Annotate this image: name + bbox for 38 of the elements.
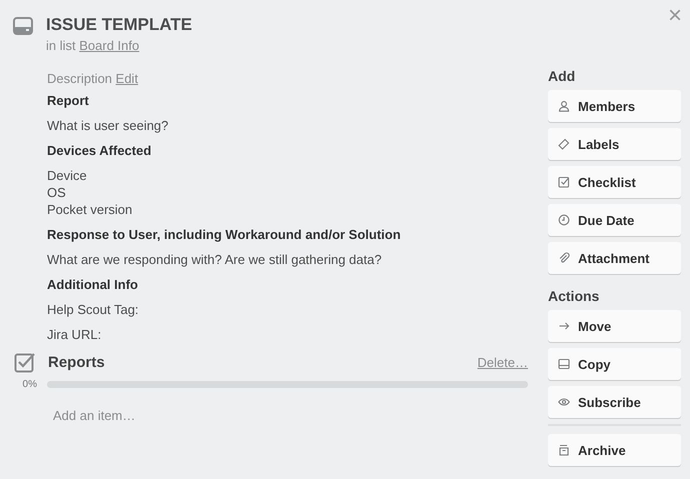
archive-icon	[558, 444, 570, 456]
description-text: Device	[47, 167, 88, 184]
sidebar-button[interactable]: Due Date	[548, 204, 681, 236]
description-heading: Report	[47, 92, 90, 109]
description-text: Help Scout Tag:	[47, 301, 140, 318]
description-heading: Devices Affected	[47, 142, 152, 159]
clock-icon	[558, 214, 570, 226]
tag-icon	[558, 138, 570, 150]
checklist-icon	[14, 351, 36, 373]
add-heading: Add	[548, 68, 576, 84]
description-heading: Additional Info	[47, 276, 139, 293]
sidebar-button[interactable]: Archive	[548, 434, 681, 466]
eye-icon	[558, 396, 570, 408]
person-icon	[558, 100, 570, 112]
sidebar-button[interactable]: Labels	[548, 128, 681, 160]
arrow-icon	[558, 320, 570, 332]
description-text: Jira URL:	[47, 326, 102, 343]
card-icon	[13, 17, 33, 35]
description-heading: Response to User, including Workaround and/or Solution	[47, 226, 402, 243]
card-icon	[558, 358, 570, 370]
list-label: in list	[46, 38, 76, 53]
sidebar-button[interactable]: Copy	[548, 348, 681, 380]
description-text: What is user seeing?	[47, 117, 170, 134]
card-title: ISSUE TEMPLATE	[46, 14, 192, 36]
sidebar-button[interactable]: Move	[548, 310, 681, 342]
description-text: Pocket version	[47, 201, 134, 218]
sidebar-button[interactable]: Members	[548, 90, 681, 122]
actions-heading: Actions	[548, 288, 600, 304]
description-text: What are we responding with? Are we still gathering data?	[47, 251, 383, 268]
checkbox-icon	[558, 176, 570, 188]
paperclip-icon	[558, 252, 570, 264]
sidebar-button[interactable]: Subscribe	[548, 386, 681, 418]
description-label: Description	[47, 71, 112, 86]
progress-percent: 0%	[22, 379, 37, 390]
checklist-title: Reports	[48, 354, 106, 370]
sidebar-button[interactable]: Attachment	[548, 242, 681, 274]
description-text: OS	[47, 184, 67, 201]
sidebar-button[interactable]: Checklist	[548, 166, 681, 198]
